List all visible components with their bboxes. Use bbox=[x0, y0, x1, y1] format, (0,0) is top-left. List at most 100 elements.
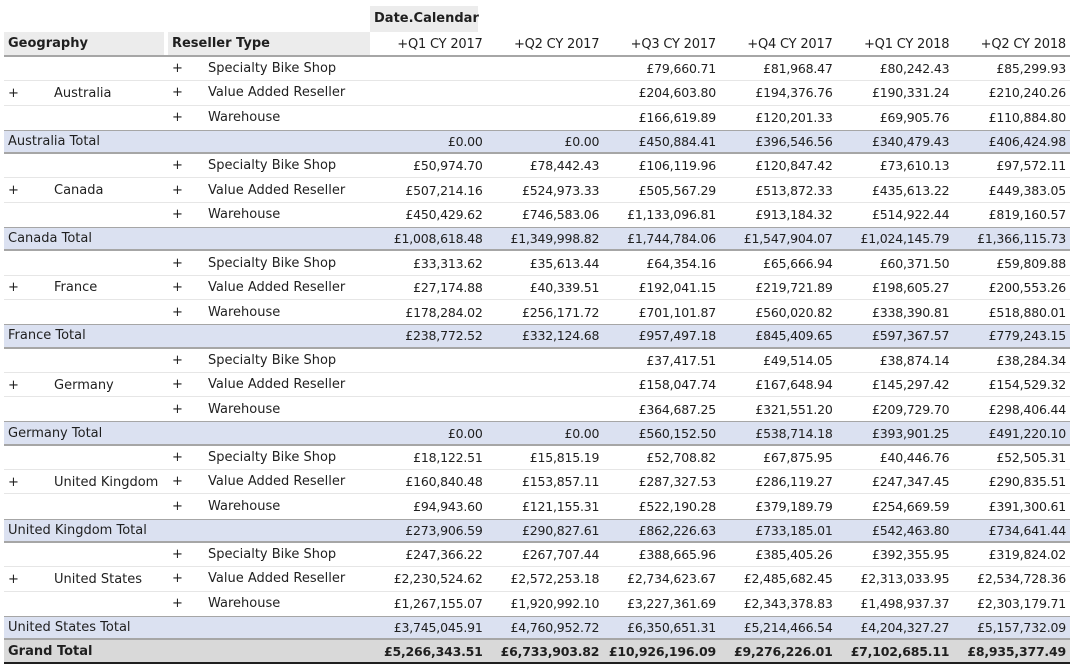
expand-icon[interactable]: + bbox=[172, 61, 208, 76]
subtotal-value: £1,024,145.79 bbox=[860, 231, 950, 247]
value-cell: £69,905.76 bbox=[879, 110, 950, 126]
geography-name: Canada bbox=[54, 183, 104, 199]
column-header-q2-2017[interactable]: +Q2 CY 2017 bbox=[487, 32, 604, 55]
value-cell: £1,133,096.81 bbox=[627, 207, 716, 223]
value-cell: £513,872.33 bbox=[755, 182, 833, 198]
value-cell: £209,729.70 bbox=[872, 401, 950, 417]
geography-row-header: + United Kingdom bbox=[4, 446, 164, 519]
column-header-q3-2017[interactable]: +Q3 CY 2017 bbox=[603, 32, 720, 55]
reseller-type-name: Value Added Reseller bbox=[208, 571, 346, 587]
expand-icon[interactable]: + bbox=[172, 256, 208, 271]
value-cell: £79,660.71 bbox=[646, 61, 716, 77]
subtotal-value: £6,350,651.31 bbox=[627, 619, 716, 635]
value-cell: £3,227,361.69 bbox=[627, 596, 716, 612]
geography-header[interactable]: Geography bbox=[4, 32, 164, 55]
column-dimension-row: Date.Calendar bbox=[4, 6, 1070, 32]
value-cell: £204,603.80 bbox=[638, 85, 717, 101]
value-cell: £449,383.05 bbox=[988, 182, 1067, 198]
expand-icon[interactable]: + bbox=[172, 207, 208, 222]
expand-icon[interactable]: + bbox=[8, 475, 32, 490]
expand-icon[interactable]: + bbox=[172, 110, 208, 125]
expand-icon[interactable]: + bbox=[172, 402, 208, 417]
geography-group: + France + Specialty Bike Shop £33,313.62 £35… bbox=[4, 251, 1070, 324]
reseller-type-cell: + Warehouse bbox=[164, 305, 370, 320]
column-header-q1-2017[interactable]: +Q1 CY 2017 bbox=[370, 32, 487, 55]
value-cell: £2,572,253.18 bbox=[510, 571, 600, 587]
reseller-type-name: Specialty Bike Shop bbox=[208, 158, 337, 174]
value-cell: £33,313.62 bbox=[413, 255, 483, 271]
value-cell: £746,583.06 bbox=[521, 207, 600, 223]
value-cell: £65,666.94 bbox=[763, 255, 833, 271]
geography-name: United States bbox=[54, 571, 143, 587]
value-cell: £190,331.24 bbox=[872, 85, 950, 101]
value-cell: £64,354.16 bbox=[646, 255, 716, 271]
expand-icon[interactable]: + bbox=[172, 158, 208, 173]
pivot-body: + Australia + Specialty Bike Shop £79,660.71… bbox=[4, 57, 1070, 641]
reseller-type-cell: + Value Added Reseller bbox=[164, 183, 370, 198]
expand-icon[interactable]: + bbox=[172, 450, 208, 465]
expand-icon[interactable]: + bbox=[8, 572, 32, 587]
value-cell: £178,284.02 bbox=[405, 304, 483, 320]
value-cell: £321,551.20 bbox=[755, 401, 833, 417]
expand-icon[interactable]: + bbox=[8, 280, 32, 295]
value-cell: £298,406.44 bbox=[988, 401, 1067, 417]
expand-icon[interactable]: + bbox=[172, 183, 208, 198]
grand-total-value: £10,926,196.09 bbox=[608, 643, 716, 659]
expand-icon[interactable]: + bbox=[172, 571, 208, 586]
reseller-type-header[interactable]: Reseller Type bbox=[167, 32, 370, 55]
value-cell: £2,303,179.71 bbox=[977, 596, 1066, 612]
expand-icon[interactable]: + bbox=[172, 85, 208, 100]
expand-icon[interactable]: + bbox=[172, 499, 208, 514]
reseller-type-cell: + Warehouse bbox=[164, 402, 370, 417]
column-header-q4-2017[interactable]: +Q4 CY 2017 bbox=[720, 32, 837, 55]
expand-icon[interactable]: + bbox=[172, 474, 208, 489]
value-cell: £2,485,682.45 bbox=[743, 571, 833, 587]
subtotal-value: £538,714.18 bbox=[755, 425, 833, 441]
subtotal-value: £406,424.98 bbox=[988, 134, 1067, 150]
reseller-type-cell: + Warehouse bbox=[164, 110, 370, 125]
subtotal-label: United Kingdom Total bbox=[8, 522, 147, 538]
value-cell: £287,327.53 bbox=[638, 474, 717, 490]
value-cell: £379,189.79 bbox=[755, 498, 833, 514]
subtotal-value: £396,546.56 bbox=[755, 134, 833, 150]
expand-icon[interactable]: + bbox=[172, 353, 208, 368]
column-header-q2-2018[interactable]: +Q2 CY 2018 bbox=[953, 32, 1070, 55]
subtotal-value: £542,463.80 bbox=[871, 522, 950, 538]
geography-group: + Canada + Specialty Bike Shop £50,974.70 £78… bbox=[4, 154, 1070, 227]
reseller-type-name: Warehouse bbox=[208, 110, 281, 126]
column-header-q1-2018[interactable]: +Q1 CY 2018 bbox=[837, 32, 954, 55]
reseller-type-name: Value Added Reseller bbox=[208, 377, 346, 392]
expand-icon[interactable]: + bbox=[172, 377, 208, 392]
expand-icon[interactable]: + bbox=[172, 305, 208, 320]
subtotal-value: £3,745,045.91 bbox=[393, 619, 483, 635]
reseller-type-name: Warehouse bbox=[208, 207, 281, 223]
subtotal-value: £450,884.41 bbox=[638, 134, 717, 150]
expand-icon[interactable]: + bbox=[8, 378, 32, 393]
expand-icon[interactable]: + bbox=[172, 596, 208, 611]
reseller-type-cell: + Specialty Bike Shop bbox=[164, 61, 370, 76]
expand-icon[interactable]: + bbox=[172, 547, 208, 562]
column-header-row: Geography Reseller Type +Q1 CY 2017 +Q2 … bbox=[4, 32, 1070, 57]
reseller-type-name: Warehouse bbox=[208, 401, 281, 417]
reseller-type-name: Specialty Bike Shop bbox=[208, 255, 337, 271]
date-calendar-dimension-header[interactable]: Date.Calendar bbox=[370, 6, 479, 32]
reseller-type-cell: + Warehouse bbox=[164, 207, 370, 222]
expand-icon[interactable]: + bbox=[8, 86, 32, 101]
value-cell: £73,610.13 bbox=[879, 158, 950, 174]
value-cell: £267,707.44 bbox=[521, 547, 600, 563]
value-cell: £60,371.50 bbox=[879, 255, 950, 271]
value-cell: £18,122.51 bbox=[413, 449, 483, 465]
value-cell: £505,567.29 bbox=[638, 182, 717, 198]
reseller-type-cell: + Value Added Reseller bbox=[164, 571, 370, 586]
expand-icon[interactable]: + bbox=[172, 280, 208, 295]
value-cell: £391,300.61 bbox=[988, 498, 1067, 514]
value-cell: £524,973.33 bbox=[521, 182, 600, 198]
value-cell: £49,514.05 bbox=[763, 352, 833, 368]
value-cell: £210,240.26 bbox=[988, 85, 1067, 101]
geography-name: Australia bbox=[54, 85, 112, 101]
subtotal-value: £734,641.44 bbox=[988, 522, 1067, 538]
value-cell: £290,835.51 bbox=[988, 474, 1067, 490]
value-cell: £247,347.45 bbox=[872, 474, 950, 490]
expand-icon[interactable]: + bbox=[8, 183, 32, 198]
value-cell: £2,343,378.83 bbox=[743, 596, 833, 612]
